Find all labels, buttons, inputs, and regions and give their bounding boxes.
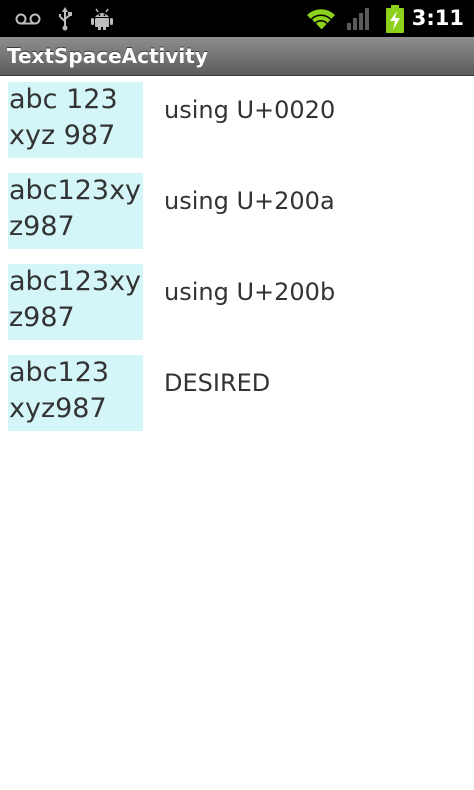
signal-icon [345, 0, 373, 37]
sample-text-box: abc123xy z987 [8, 264, 143, 340]
sample-text-box: abc123 xyz987 [8, 355, 143, 431]
caption-label: using U+0020 [164, 96, 336, 124]
wifi-icon [304, 0, 338, 37]
list-item: abc123xy z987 using U+200b [0, 264, 474, 340]
title-bar: TextSpaceActivity [0, 37, 474, 76]
app-title: TextSpaceActivity [7, 44, 208, 68]
battery-charging-icon [384, 0, 406, 37]
usb-icon [55, 0, 75, 37]
list-item: abc 123 xyz 987 using U+0020 [0, 82, 474, 158]
clock: 3:11 [411, 6, 464, 30]
voicemail-icon [14, 0, 42, 37]
list-item: abc123 xyz987 DESIRED [0, 355, 474, 431]
sample-text-box: abc123xy z987 [8, 173, 143, 249]
sample-text-box: abc 123 xyz 987 [8, 82, 143, 158]
caption-label: using U+200b [164, 278, 336, 306]
caption-label: DESIRED [164, 369, 271, 397]
android-debug-icon [89, 0, 115, 37]
status-bar: 3:11 [0, 0, 474, 37]
caption-label: using U+200a [164, 187, 335, 215]
list-item: abc123xy z987 using U+200a [0, 173, 474, 249]
